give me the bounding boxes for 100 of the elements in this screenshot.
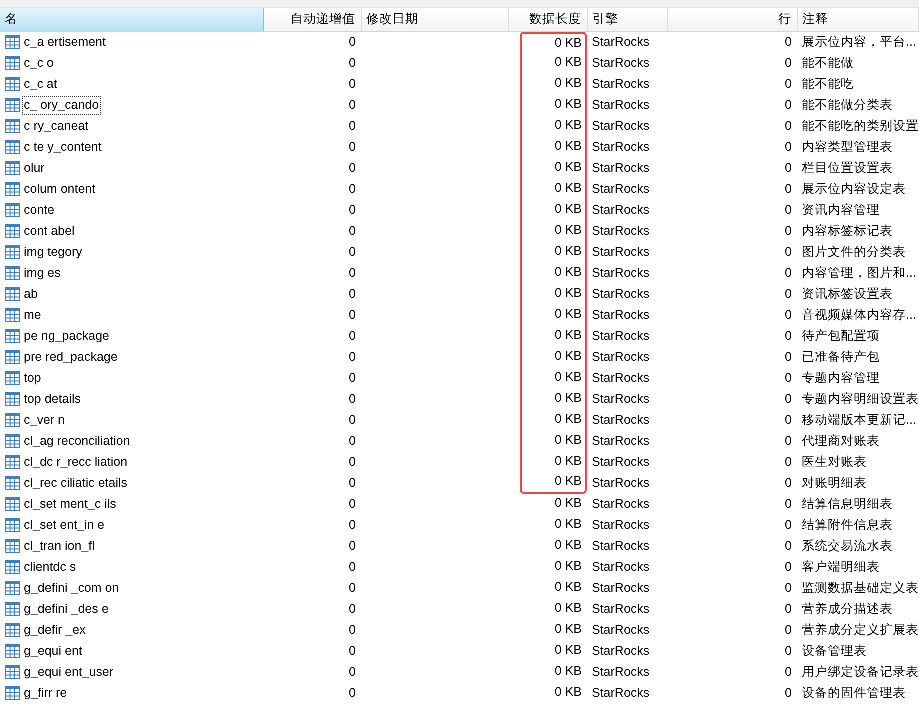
table-icon: [5, 203, 20, 217]
table-name[interactable]: g_defini _com on: [22, 578, 122, 598]
table-name[interactable]: ab: [22, 284, 40, 304]
table-icon: [5, 497, 20, 511]
table-icon: [5, 392, 20, 406]
engine-cell: StarRocks: [587, 284, 667, 304]
table-name[interactable]: me: [22, 306, 44, 324]
rows-cell-text: 0: [784, 160, 793, 177]
table-icon: [5, 581, 20, 595]
table-name[interactable]: olur: [22, 158, 47, 178]
data-length-cell: 0 KB: [520, 74, 587, 94]
engine-cell-text: StarRocks: [591, 496, 651, 513]
table-name[interactable]: g_equi ent_user: [22, 662, 116, 682]
rows-cell-text: 0: [784, 600, 793, 618]
data-length-cell: 0 KB: [520, 52, 587, 74]
engine-cell: StarRocks: [587, 31, 667, 52]
comment-cell-text: 图片文件的分类表: [801, 244, 907, 261]
auto-increment-cell-text: 0: [348, 348, 357, 366]
column-header[interactable]: 名: [0, 8, 263, 31]
engine-cell: StarRocks: [587, 304, 667, 326]
engine-cell: StarRocks: [587, 116, 667, 136]
table-name[interactable]: cl_rec ciliatic etails: [22, 474, 130, 492]
table-name[interactable]: top details: [22, 390, 83, 408]
data-length-cell: 0 KB: [520, 158, 587, 178]
rows-cell-text: 0: [784, 96, 793, 114]
column-header[interactable]: 行: [667, 8, 797, 31]
engine-cell-text: StarRocks: [591, 642, 651, 660]
column-header[interactable]: 自动递增值: [263, 8, 361, 31]
table-name[interactable]: g_equi ent: [22, 642, 84, 660]
engine-cell-text: StarRocks: [591, 538, 651, 555]
table-name[interactable]: cont abel: [22, 222, 77, 240]
table-name[interactable]: conte: [22, 200, 57, 220]
engine-cell: StarRocks: [587, 472, 667, 494]
table-name[interactable]: c_c o: [22, 54, 56, 72]
table-name[interactable]: g_firr re: [22, 684, 70, 702]
table-name[interactable]: cl_set ent_in e: [22, 516, 107, 534]
table-name[interactable]: g_defini _des e: [22, 600, 111, 618]
table-icon: [5, 539, 20, 553]
table-icon: [5, 686, 20, 700]
rows-cell-text: 0: [784, 286, 793, 303]
table-icon: [5, 623, 20, 637]
auto-increment-cell-text: 0: [348, 684, 357, 702]
data-length-cell-text: 0 KB: [554, 494, 583, 512]
engine-cell: StarRocks: [587, 430, 667, 452]
auto-increment-cell-text: 0: [348, 390, 357, 408]
comment-cell-text: 内容管理，图片和...: [801, 264, 918, 282]
column-header[interactable]: 修改日期: [361, 8, 508, 31]
table-icon: [5, 77, 20, 91]
data-length-cell: 0 KB: [520, 116, 587, 136]
comment-cell-text: 资讯标签设置表: [801, 286, 894, 303]
data-length-cell-text: 0 KB: [554, 684, 583, 700]
table-icon: [5, 644, 20, 658]
comment-cell-text: 内容标签标记表: [801, 222, 894, 240]
table-name[interactable]: colum ontent: [22, 180, 98, 198]
table-name[interactable]: pre red_package: [22, 348, 120, 366]
table-name[interactable]: c te y_content: [22, 138, 104, 156]
auto-increment-cell-text: 0: [348, 264, 357, 282]
table-name[interactable]: c_ver n: [22, 410, 67, 430]
table-icon: [5, 350, 20, 364]
comment-cell-text: 栏目位置设置表: [801, 160, 894, 177]
auto-increment-cell-text: 0: [348, 642, 357, 660]
table-name[interactable]: clientdc s: [22, 558, 78, 576]
data-length-cell: 0 KB: [520, 346, 587, 368]
table-name[interactable]: pe ng_package: [22, 326, 112, 346]
data-length-cell: 0 KB: [520, 410, 587, 430]
table-name[interactable]: c_ ory_cando: [22, 96, 102, 114]
rows-cell-text: 0: [784, 306, 793, 324]
table-name[interactable]: g_defir _ex: [22, 620, 88, 640]
comment-cell-text: 结算附件信息表: [801, 516, 894, 534]
rows-cell-text: 0: [784, 412, 793, 429]
data-length-cell: 0 KB: [520, 94, 587, 116]
table-name[interactable]: img tegory: [22, 242, 84, 262]
auto-increment-cell-text: 0: [348, 244, 357, 261]
data-length-cell-text: 0 KB: [554, 600, 583, 616]
comment-cell-text: 移动端版本更新记...: [801, 412, 918, 429]
table-name[interactable]: top: [22, 368, 44, 388]
table-icon: [5, 518, 20, 532]
table-name[interactable]: img es: [22, 264, 63, 282]
table-name[interactable]: cl_dc r_recc liation: [22, 452, 130, 472]
auto-increment-cell-text: 0: [348, 118, 357, 135]
column-header[interactable]: 数据长度: [508, 8, 587, 31]
column-header[interactable]: 注释: [797, 8, 918, 31]
column-header[interactable]: 引擎: [587, 8, 667, 31]
table-name[interactable]: cl_ag reconciliation: [22, 432, 132, 450]
table-name[interactable]: c_a ertisement: [22, 32, 108, 52]
engine-cell: StarRocks: [587, 158, 667, 178]
data-length-cell: 0 KB: [520, 220, 587, 242]
rows-cell-text: 0: [784, 328, 793, 345]
table-icon: [5, 413, 20, 427]
table-name[interactable]: c_c at: [22, 74, 60, 94]
table-name[interactable]: c ry_caneat: [22, 116, 91, 136]
table-icon: [5, 140, 20, 154]
rows-cell-text: 0: [784, 474, 793, 492]
rows-cell-text: 0: [784, 390, 793, 408]
auto-increment-cell-text: 0: [348, 600, 357, 618]
table-name[interactable]: cl_tran ion_fl: [22, 536, 97, 556]
engine-cell-text: StarRocks: [591, 558, 651, 576]
table-name[interactable]: cl_set ment_c ils: [22, 494, 118, 514]
data-length-cell: 0 KB: [520, 242, 587, 262]
rows-cell: 0: [667, 31, 797, 52]
